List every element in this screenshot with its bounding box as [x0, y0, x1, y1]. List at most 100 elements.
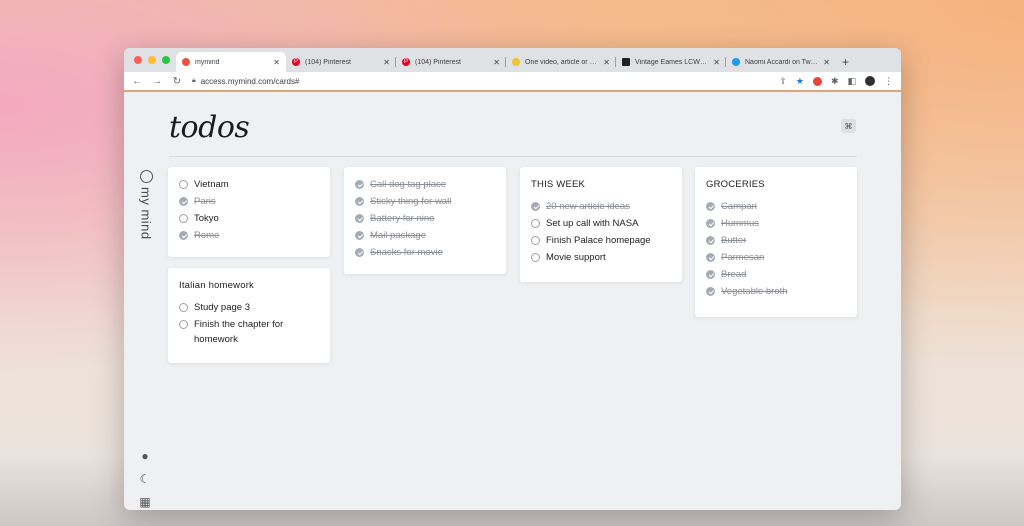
todo-item[interactable]: Mail package: [355, 228, 495, 243]
checkbox[interactable]: [706, 253, 715, 262]
checkbox[interactable]: [355, 180, 364, 189]
close-tab-icon[interactable]: ✕: [493, 58, 500, 67]
todo-item[interactable]: Set up call with NASA: [531, 216, 671, 231]
checkbox[interactable]: [531, 202, 540, 211]
puzzle-extensions-icon[interactable]: ✱: [831, 76, 839, 87]
todo-item[interactable]: Paris: [179, 194, 319, 209]
todo-item[interactable]: Movie support: [531, 250, 671, 265]
new-tab-button[interactable]: +: [842, 52, 849, 72]
checkbox[interactable]: [706, 270, 715, 279]
todo-item[interactable]: Tokyo: [179, 211, 319, 226]
url-text: access.mymind.com/cards#: [200, 76, 300, 86]
checkbox[interactable]: [355, 231, 364, 240]
bookmark-star-icon[interactable]: ★: [796, 76, 804, 87]
todo-card-groceries[interactable]: GROCERIES Campari Hummus Butter Parmesan…: [695, 167, 857, 317]
checkbox[interactable]: [531, 253, 540, 262]
todo-item[interactable]: Sticky thing for wall: [355, 194, 495, 209]
tab-article[interactable]: One video, article or sid ✕: [506, 52, 616, 72]
todo-item[interactable]: Battery for nino: [355, 211, 495, 226]
todo-item[interactable]: Campari: [706, 199, 846, 214]
close-tab-icon[interactable]: ✕: [603, 58, 610, 67]
todo-item[interactable]: Butter: [706, 233, 846, 248]
grid-icon[interactable]: ▦: [138, 496, 152, 509]
sidebar-icon[interactable]: ◧: [847, 76, 856, 87]
square-logo-icon: [622, 58, 630, 66]
tab-pinterest[interactable]: P (104) Pinterest ✕: [286, 52, 396, 72]
todo-item[interactable]: Finish Palace homepage: [531, 233, 671, 248]
reload-icon[interactable]: ↻: [172, 76, 182, 87]
command-key-button[interactable]: ⌘: [841, 119, 856, 133]
todo-text: Campari: [721, 201, 757, 212]
todo-card-errands[interactable]: Call dog tag place Sticky thing for wall…: [344, 167, 506, 274]
checkbox[interactable]: [179, 197, 188, 206]
minimize-window-button[interactable]: [148, 56, 156, 64]
card-title: Italian homework: [179, 280, 255, 291]
todo-card-places[interactable]: Vietnam Paris Tokyo Rome: [168, 167, 330, 257]
todo-item[interactable]: Snacks for movie: [355, 245, 495, 260]
mymind-app: my mind ● ☾ ▦ ⚙ todos ⌘ Vietnam Paris To…: [124, 92, 901, 509]
forward-arrow-icon[interactable]: →: [152, 76, 162, 87]
record-extension-icon[interactable]: [812, 76, 822, 86]
checkbox[interactable]: [706, 219, 715, 228]
todo-item[interactable]: Parmesan: [706, 250, 846, 265]
close-tab-icon[interactable]: ✕: [273, 58, 280, 67]
checkbox[interactable]: [179, 231, 188, 240]
todo-item[interactable]: 20 new article ideas: [531, 199, 671, 214]
card-title: THIS WEEK: [531, 179, 586, 190]
tab-pinterest[interactable]: P (104) Pinterest ✕: [396, 52, 506, 72]
checkbox[interactable]: [179, 303, 188, 312]
checkbox[interactable]: [179, 214, 188, 223]
todo-text: Finish Palace homepage: [546, 235, 651, 246]
todo-item[interactable]: Rome: [179, 228, 319, 243]
todo-item[interactable]: Call dog tag place: [355, 177, 495, 192]
brand-logo[interactable]: my mind: [138, 170, 154, 240]
tab-eames[interactable]: Vintage Eames LCW 'lo ✕: [616, 52, 726, 72]
profile-avatar[interactable]: [865, 76, 875, 86]
todo-card-this-week[interactable]: THIS WEEK 20 new article ideas Set up ca…: [520, 167, 682, 282]
checkbox[interactable]: [355, 214, 364, 223]
title-divider: [169, 156, 857, 157]
pinterest-icon: P: [402, 58, 410, 66]
checkbox[interactable]: [706, 287, 715, 296]
checkbox[interactable]: [179, 320, 188, 329]
tab-twitter[interactable]: Naomi Accardi on Twitte ✕: [726, 52, 836, 72]
todo-item[interactable]: Vietnam: [179, 177, 319, 192]
todo-text: Butter: [721, 235, 747, 246]
maximize-window-button[interactable]: [162, 56, 170, 64]
moon-icon[interactable]: ☾: [138, 473, 152, 486]
mymind-logo-icon: [139, 170, 153, 183]
checkbox[interactable]: [706, 236, 715, 245]
share-icon[interactable]: ⇪: [779, 76, 787, 87]
tab-mymind[interactable]: mymind ✕: [176, 52, 286, 72]
checkbox[interactable]: [355, 197, 364, 206]
checkbox[interactable]: [355, 248, 364, 257]
checkbox[interactable]: [531, 236, 540, 245]
close-window-button[interactable]: [134, 56, 142, 64]
todo-text: 20 new article ideas: [546, 201, 630, 212]
checkbox[interactable]: [531, 219, 540, 228]
menu-kebab-icon[interactable]: ⋮: [884, 76, 893, 87]
close-tab-icon[interactable]: ✕: [823, 58, 830, 67]
extensions-area: ⇪ ★ ✱ ◧ ⋮: [779, 76, 893, 87]
todo-text: Snacks for movie: [370, 247, 443, 258]
checkbox[interactable]: [179, 180, 188, 189]
todo-item[interactable]: Study page 3: [179, 300, 319, 315]
todo-text: Finish the chapter for homework: [194, 319, 284, 345]
checkbox[interactable]: [706, 202, 715, 211]
todo-item[interactable]: Finish the chapter for homework: [179, 317, 319, 347]
back-arrow-icon[interactable]: ←: [132, 76, 142, 87]
todo-card-italian-homework[interactable]: Italian homework Study page 3 Finish the…: [168, 268, 330, 363]
todo-item[interactable]: Vegetable broth: [706, 284, 846, 299]
close-tab-icon[interactable]: ✕: [713, 58, 720, 67]
address-bar[interactable]: 🔒︎ access.mymind.com/cards#: [192, 77, 769, 86]
tab-title: Vintage Eames LCW 'lo: [635, 58, 709, 66]
tab-title: (104) Pinterest: [305, 58, 351, 66]
brain-icon[interactable]: ●: [138, 450, 152, 463]
brand-name: my mind: [138, 187, 154, 240]
close-tab-icon[interactable]: ✕: [383, 58, 390, 67]
lock-icon: 🔒︎: [192, 77, 196, 84]
todo-item[interactable]: Hummus: [706, 216, 846, 231]
todo-item[interactable]: Bread: [706, 267, 846, 282]
todo-text: Vietnam: [194, 179, 229, 190]
tab-strip: mymind ✕ P (104) Pinterest ✕ P (104) Pin…: [124, 48, 901, 72]
